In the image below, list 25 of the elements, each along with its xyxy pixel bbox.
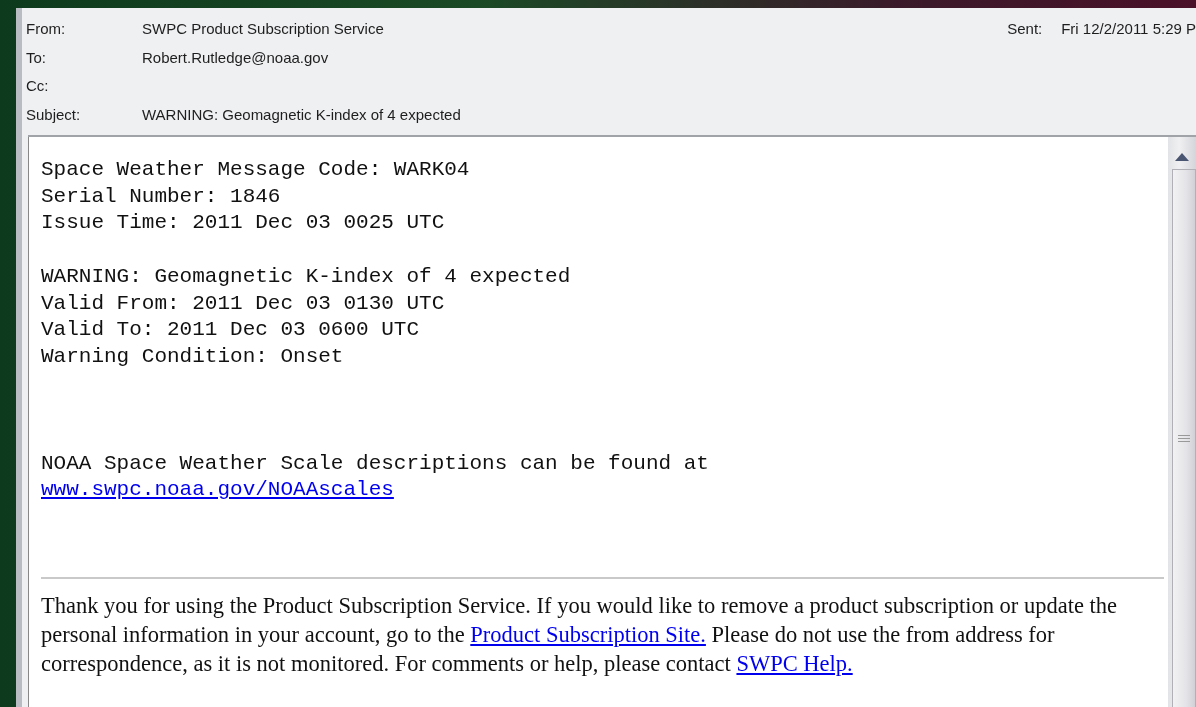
footer-paragraph: Thank you for using the Product Subscription Service. If you would like to remove a product subscription or update the personal information in your account, go to the Product Subscription Site. Please do not use the from address for correspondence, as it is not monitored. For comments or help, please contact SWPC Help. <box>41 591 1119 679</box>
message-line: Space Weather Message Code: WARK04 <box>41 157 470 183</box>
field-label: Cc: <box>26 77 50 97</box>
scroll-up-icon[interactable] <box>1175 153 1189 161</box>
grip-icon <box>1178 435 1190 444</box>
field-label: To: <box>26 48 47 68</box>
link[interactable]: Product Subscription Site. <box>470 622 706 647</box>
message-line: NOAA Space Weather Scale descriptions can be found at <box>41 450 709 477</box>
scroll-thumb[interactable] <box>1172 169 1196 707</box>
field-value: WARNING: Geomagnetic K-index of 4 expected <box>142 106 461 126</box>
field-value: Robert.Rutledge@noaa.gov <box>142 48 329 68</box>
message-line: Valid To: 2011 Dec 03 0600 UTC <box>41 317 420 344</box>
scroll-bar[interactable] <box>1168 137 1196 707</box>
message-line: Issue Time: 2011 Dec 03 0025 UTC <box>41 210 445 237</box>
field-label: Subject: <box>26 106 82 126</box>
message-line: Warning Condition: Onset <box>41 343 344 370</box>
message-line: Serial Number: 1846 <box>41 183 281 210</box>
field-value: SWPC Product Subscription Service <box>142 20 384 39</box>
sent-label: Sent: <box>1007 20 1044 39</box>
message-line: WARNING: Geomagnetic K-index of 4 expected <box>41 263 571 290</box>
message-line: Valid From: 2011 Dec 03 0130 UTC <box>41 290 445 317</box>
link[interactable]: www.swpc.noaa.gov/NOAAscales <box>41 477 394 504</box>
sent-value: Fri 12/2/2011 5:29 P <box>1061 20 1196 39</box>
field-label: From: <box>26 20 67 39</box>
link[interactable]: SWPC Help. <box>736 651 853 677</box>
